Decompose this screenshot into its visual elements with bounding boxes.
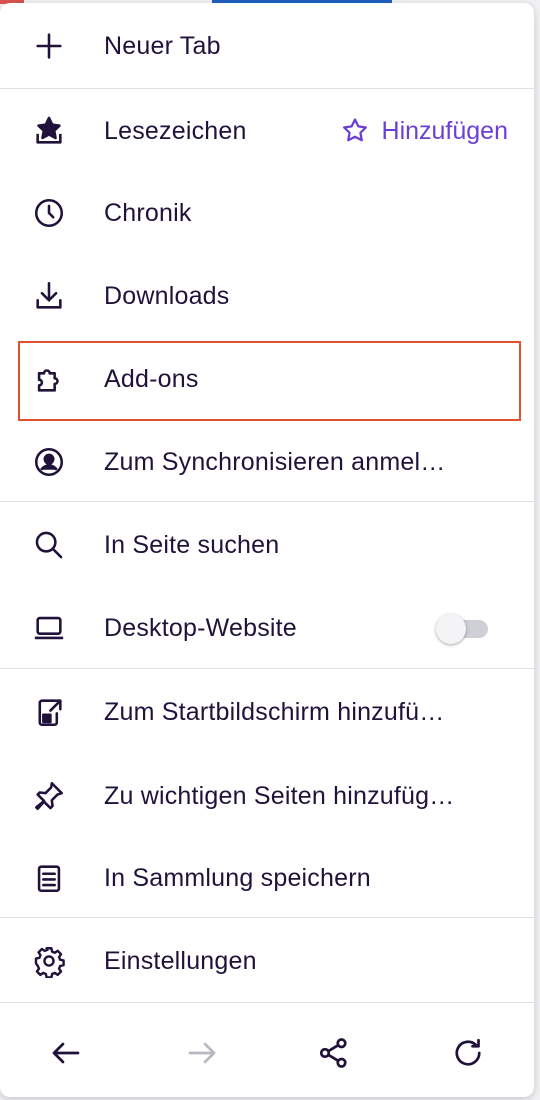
laptop-icon: [32, 611, 66, 645]
menu-divider: [0, 88, 534, 89]
share-icon: [319, 1038, 347, 1068]
menu-item-label: Chronik: [104, 198, 192, 227]
back-arrow-icon: [52, 1042, 80, 1064]
account-icon: [32, 445, 66, 479]
menu-item-add-to-homescreen[interactable]: Zum Startbildschirm hinzufü…: [0, 671, 534, 753]
toggle-knob: [436, 614, 466, 644]
browser-main-menu: Neuer Tab Lesezeichen Hinzufügen Chronik: [0, 3, 534, 1097]
menu-item-save-to-collection[interactable]: In Sammlung speichern: [0, 837, 534, 919]
menu-item-find-in-page[interactable]: In Seite suchen: [0, 504, 534, 586]
forward-button[interactable]: [182, 1033, 222, 1073]
menu-item-new-tab[interactable]: Neuer Tab: [0, 5, 534, 87]
forward-arrow-icon: [188, 1042, 216, 1064]
add-bookmark-label: Hinzufügen: [381, 116, 508, 145]
share-button[interactable]: [314, 1033, 354, 1073]
reload-icon: [455, 1038, 481, 1066]
menu-item-label: Desktop-Website: [104, 613, 297, 642]
reload-button[interactable]: [448, 1033, 488, 1073]
star-outline-icon: [342, 118, 367, 142]
menu-item-history[interactable]: Chronik: [0, 172, 534, 254]
menu-divider: [0, 501, 534, 502]
plus-icon: [32, 29, 66, 63]
menu-item-label: In Seite suchen: [104, 530, 280, 559]
add-to-homescreen-icon: [32, 695, 66, 729]
menu-divider: [0, 668, 534, 669]
menu-divider: [0, 1002, 534, 1003]
menu-item-add-to-top-sites[interactable]: Zu wichtigen Seiten hinzufüg…: [0, 755, 534, 837]
search-icon: [32, 528, 66, 562]
menu-item-label: Lesezeichen: [104, 116, 247, 145]
back-button[interactable]: [46, 1033, 86, 1073]
menu-item-label: Zu wichtigen Seiten hinzufüg…: [104, 781, 455, 810]
addons-highlight-box: [18, 341, 521, 421]
menu-item-bookmarks[interactable]: Lesezeichen Hinzufügen: [0, 90, 534, 172]
bookmark-star-icon: [32, 114, 66, 148]
clock-icon: [32, 196, 66, 230]
menu-item-desktop-site[interactable]: Desktop-Website: [0, 587, 534, 669]
gear-icon: [32, 944, 66, 978]
menu-item-sync-sign-in[interactable]: Zum Synchronisieren anmel…: [0, 421, 534, 503]
menu-item-label: Zum Synchronisieren anmel…: [104, 447, 446, 476]
add-bookmark-button[interactable]: Hinzufügen: [340, 116, 508, 146]
menu-item-settings[interactable]: Einstellungen: [0, 920, 534, 1002]
menu-item-downloads[interactable]: Downloads: [0, 255, 534, 337]
desktop-site-toggle[interactable]: [436, 614, 490, 644]
menu-divider: [0, 917, 534, 918]
menu-bottom-nav-bar: [0, 1005, 534, 1097]
download-icon: [32, 279, 66, 313]
pin-icon: [32, 779, 66, 813]
menu-item-label: Downloads: [104, 281, 230, 310]
collection-icon: [32, 861, 66, 895]
menu-item-label: Einstellungen: [104, 946, 257, 975]
menu-item-label: Zum Startbildschirm hinzufü…: [104, 697, 445, 726]
menu-item-label: Neuer Tab: [104, 31, 221, 60]
menu-item-label: In Sammlung speichern: [104, 863, 371, 892]
